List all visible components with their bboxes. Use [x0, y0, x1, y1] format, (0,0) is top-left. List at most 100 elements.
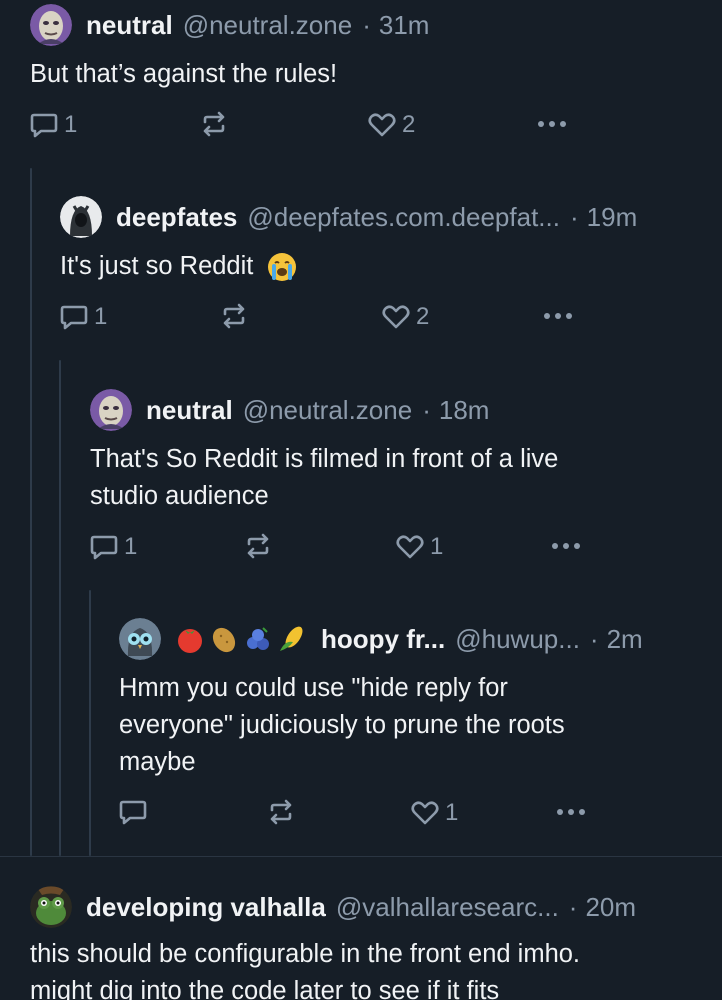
- post-header: deepfates @deepfates.com.deepfat... · 19…: [60, 196, 710, 238]
- post: hoopy fr... @huwup... · 2m Hmm you could…: [119, 618, 714, 835]
- post-text: That's So Reddit is filmed in front of a…: [90, 441, 710, 515]
- like-button[interactable]: 2: [382, 303, 429, 331]
- avatar[interactable]: [60, 196, 102, 238]
- repost-icon: [223, 303, 245, 329]
- repost-icon: [203, 111, 225, 137]
- cartoon-face-avatar-icon: [90, 389, 132, 431]
- display-name[interactable]: deepfates: [116, 200, 237, 234]
- display-name[interactable]: neutral: [86, 8, 173, 42]
- post-text: Hmm you could use "hide reply for everyo…: [119, 670, 714, 781]
- reply-button[interactable]: [119, 799, 147, 825]
- handle[interactable]: @huwup...: [455, 622, 580, 656]
- post-actions: 1 1: [90, 533, 710, 569]
- heart-icon: [368, 113, 396, 137]
- post-text: It's just so Reddit: [60, 252, 254, 280]
- heart-icon: [411, 801, 439, 825]
- post-text-line: studio audience: [90, 482, 269, 510]
- post-text-line: That's So Reddit is filmed in front of a…: [90, 445, 559, 473]
- post-header: neutral @neutral.zone · 18m: [90, 389, 710, 431]
- repost-button[interactable]: [244, 533, 272, 559]
- more-icon: [544, 313, 572, 319]
- hooded-figure-avatar-icon: [60, 196, 102, 238]
- reply-icon: [30, 113, 58, 138]
- repost-icon: [270, 799, 292, 825]
- post-actions: 1: [119, 799, 714, 835]
- post: deepfates @deepfates.com.deepfat... · 19…: [60, 196, 710, 339]
- avatar[interactable]: [119, 618, 161, 660]
- more-icon: [552, 543, 580, 549]
- repost-icon: [247, 533, 269, 559]
- separator: ·: [362, 10, 371, 40]
- post-text: But that’s against the rules!: [30, 60, 338, 88]
- avatar[interactable]: [90, 389, 132, 431]
- reply-count: 1: [94, 303, 108, 330]
- like-button[interactable]: 1: [396, 533, 443, 561]
- thread-rail: [30, 168, 32, 856]
- post: neutral @neutral.zone · 31m But that’s a…: [30, 4, 710, 147]
- potato-icon: [212, 627, 236, 653]
- heart-icon: [382, 305, 410, 329]
- like-button[interactable]: 2: [368, 111, 415, 139]
- post-actions: 1 2: [60, 303, 710, 339]
- repost-button[interactable]: [200, 111, 228, 137]
- blueberries-icon: [247, 627, 269, 650]
- like-count: 2: [402, 111, 416, 138]
- more-icon: [538, 121, 566, 127]
- timestamp[interactable]: 2m: [607, 622, 643, 656]
- separator: ·: [422, 395, 431, 425]
- reply-button[interactable]: 1: [90, 533, 137, 561]
- more-options-button[interactable]: [555, 799, 587, 825]
- more-options-button[interactable]: [536, 111, 568, 137]
- avatar[interactable]: [30, 886, 72, 928]
- like-count: 2: [416, 303, 430, 330]
- repost-button[interactable]: [267, 799, 295, 825]
- loudly-crying-face-icon: [268, 253, 297, 282]
- owl-avatar-icon: [119, 618, 161, 660]
- post-text: this should be configurable in the front…: [30, 936, 720, 1000]
- tomato-icon: [178, 629, 202, 653]
- handle[interactable]: @neutral.zone: [183, 8, 353, 42]
- frog-avatar-icon: [30, 886, 72, 928]
- separator: ·: [568, 892, 578, 922]
- separator: ·: [589, 624, 599, 654]
- post-text-line: everyone" judiciously to prune the roots: [119, 711, 565, 739]
- post-text-line: might dig into the code later to see if …: [30, 977, 500, 1000]
- avatar[interactable]: [30, 4, 72, 46]
- post-actions: 1 2: [30, 111, 710, 147]
- reply-icon: [90, 535, 118, 560]
- timestamp[interactable]: 31m: [379, 8, 430, 42]
- reply-icon: [119, 800, 147, 825]
- reply-button[interactable]: 1: [30, 111, 77, 139]
- post-text-line: this should be configurable in the front…: [30, 940, 581, 968]
- more-options-button[interactable]: [550, 533, 582, 559]
- handle[interactable]: @deepfates.com.deepfat...: [247, 200, 560, 234]
- display-name[interactable]: neutral: [146, 393, 233, 427]
- like-button[interactable]: 1: [411, 799, 458, 827]
- post: neutral @neutral.zone · 18m That's So Re…: [90, 389, 710, 569]
- post-text-line: Hmm you could use "hide reply for: [119, 674, 508, 702]
- post-divider: [0, 856, 722, 857]
- post-header: neutral @neutral.zone · 31m: [30, 4, 710, 46]
- timestamp[interactable]: 18m: [439, 393, 490, 427]
- separator: ·: [569, 202, 579, 232]
- handle[interactable]: @valhallaresearc...: [336, 890, 559, 924]
- timestamp[interactable]: 20m: [585, 890, 636, 924]
- like-count: 1: [445, 799, 459, 826]
- post-text-container: It's just so Reddit: [60, 248, 710, 285]
- repost-button[interactable]: [220, 303, 248, 329]
- more-icon: [557, 809, 585, 815]
- reply-count: 1: [64, 111, 78, 138]
- post: developing valhalla @valhallaresearc... …: [30, 886, 720, 1000]
- more-options-button[interactable]: [542, 303, 574, 329]
- handle[interactable]: @neutral.zone: [243, 393, 413, 427]
- display-name[interactable]: developing valhalla: [86, 890, 326, 924]
- timestamp[interactable]: 19m: [587, 200, 638, 234]
- corn-icon: [280, 626, 303, 651]
- cartoon-face-avatar-icon: [30, 4, 72, 46]
- thread-rail: [59, 360, 61, 856]
- post-header: developing valhalla @valhallaresearc... …: [30, 886, 720, 928]
- name-emoji-row: [175, 624, 311, 654]
- like-count: 1: [430, 533, 444, 560]
- display-name[interactable]: hoopy fr...: [321, 622, 445, 656]
- reply-button[interactable]: 1: [60, 303, 107, 331]
